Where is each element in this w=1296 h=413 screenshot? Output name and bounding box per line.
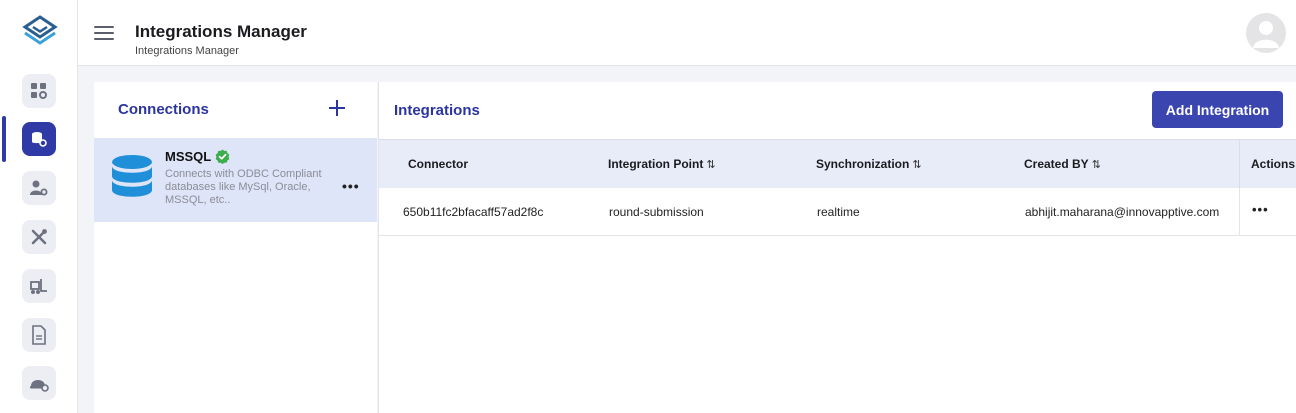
connection-more-options-icon[interactable]: ••• (342, 178, 360, 194)
avatar-icon (1253, 21, 1279, 48)
connections-header: Connections (94, 82, 377, 138)
forklift-icon (30, 279, 47, 294)
user-avatar[interactable] (1246, 13, 1286, 53)
column-label: Actions (1251, 157, 1296, 171)
app-logo-icon[interactable] (22, 14, 58, 50)
cell-integration-point: round-submission (609, 205, 704, 219)
column-header-synchronization[interactable]: Synchronization ⇅ (816, 157, 922, 171)
icon-rail (0, 0, 78, 413)
add-connection-icon[interactable] (327, 98, 347, 118)
integrations-panel: Integrations Add Integration Connector I… (378, 82, 1296, 413)
cell-synchronization: realtime (817, 205, 860, 219)
database-icon (112, 155, 152, 197)
cell-actions: ••• (1239, 188, 1296, 236)
connection-description: Connects with ODBC Compliant databases l… (165, 168, 322, 206)
column-label: Synchronization (816, 157, 910, 171)
menu-toggle-icon[interactable] (94, 26, 114, 40)
add-integration-button[interactable]: Add Integration (1152, 91, 1283, 128)
cell-created-by: abhijit.maharana@innovapptive.com (1025, 205, 1220, 219)
row-more-options-icon[interactable]: ••• (1252, 202, 1269, 217)
column-label: Integration Point (608, 157, 704, 171)
column-header-created-by[interactable]: Created BY ⇅ (1024, 157, 1101, 171)
user-settings-icon (30, 180, 48, 196)
tools-icon (31, 229, 47, 245)
connection-card-mssql[interactable]: MSSQL Connects with ODBC Compliant datab… (94, 138, 377, 222)
sort-icon[interactable]: ⇅ (912, 159, 921, 171)
breadcrumb: Integrations Manager (135, 45, 239, 57)
nav-forklift[interactable] (22, 269, 56, 303)
page-title: Integrations Manager (135, 22, 307, 41)
nav-tools[interactable] (22, 220, 56, 254)
column-header-integration-point[interactable]: Integration Point ⇅ (608, 157, 716, 171)
nav-dashboard-settings[interactable] (22, 74, 56, 108)
table-row[interactable]: 650b11fc2bfacaff57ad2f8c round-submissio… (379, 188, 1296, 236)
nav-database-settings[interactable] (22, 122, 56, 156)
database-settings-icon (32, 132, 47, 147)
column-header-connector: Connector (408, 157, 468, 171)
worker-helmet-icon (30, 380, 49, 392)
app: Integrations Manager Integrations Manage… (0, 0, 1296, 413)
document-icon (32, 325, 46, 345)
column-label: Connector (408, 157, 468, 171)
verified-check-icon (215, 149, 230, 164)
sort-icon[interactable]: ⇅ (706, 159, 715, 171)
integrations-table: Connector Integration Point ⇅ Synchroniza… (379, 139, 1296, 236)
integrations-title: Integrations (394, 102, 480, 119)
connection-name: MSSQL (165, 149, 212, 164)
active-nav-indicator (2, 116, 6, 162)
dashboard-settings-icon (31, 83, 47, 99)
column-label: Created BY (1024, 157, 1089, 171)
top-header: Integrations Manager Integrations Manage… (78, 0, 1296, 66)
connections-panel: Connections MSSQL Connects with ODBC Com… (94, 82, 377, 413)
column-header-actions: Actions (1239, 140, 1296, 189)
table-header: Connector Integration Point ⇅ Synchroniza… (379, 139, 1296, 189)
nav-safety[interactable] (22, 366, 56, 400)
nav-user-settings[interactable] (22, 171, 56, 205)
sort-icon[interactable]: ⇅ (1092, 159, 1101, 171)
cell-connector: 650b11fc2bfacaff57ad2f8c (403, 205, 544, 219)
connections-title: Connections (118, 101, 209, 118)
nav-documents[interactable] (22, 318, 56, 352)
